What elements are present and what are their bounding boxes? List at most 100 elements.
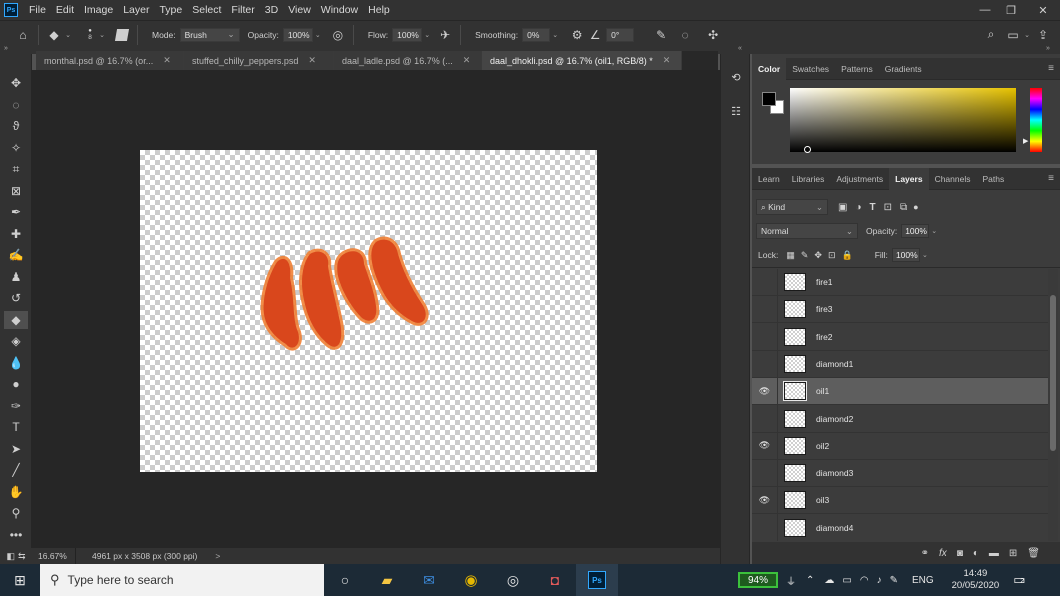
document-canvas[interactable] <box>140 150 597 472</box>
layer-opacity-input[interactable]: 100% <box>901 224 930 238</box>
layer-name[interactable]: oil3 <box>816 495 829 505</box>
visibility-toggle[interactable] <box>752 350 778 378</box>
file-explorer-icon[interactable]: ▰ <box>366 564 408 596</box>
line-tool-icon[interactable]: ╱ <box>4 461 28 479</box>
visibility-eye-icon[interactable]: 👁 <box>752 486 778 514</box>
restore-icon[interactable]: ❐ <box>998 0 1024 20</box>
expand-toolbar-icon[interactable]: » <box>4 45 8 52</box>
layer-row-fire3[interactable]: fire3 <box>752 295 1048 324</box>
fill-input[interactable]: 100% <box>891 248 920 262</box>
battery-indicator[interactable]: 94% <box>738 572 778 588</box>
color-picker-field[interactable] <box>790 88 1016 152</box>
menu-edit[interactable]: Edit <box>51 4 79 16</box>
smart-object-filter-icon[interactable]: ⧉ <box>900 202 907 213</box>
windows-start-icon[interactable]: ⊞ <box>0 564 40 596</box>
tab-learn[interactable]: Learn <box>752 168 786 190</box>
layer-opacity-chevron-icon[interactable]: ⌄ <box>931 227 937 235</box>
taskbar-search-box[interactable]: ⚲ Type here to search <box>40 564 324 596</box>
pressure-size-icon[interactable]: ◌ <box>676 26 694 44</box>
photoshop-logo[interactable]: Ps <box>4 3 18 17</box>
menu-help[interactable]: Help <box>363 4 395 16</box>
dodge-tool-icon[interactable]: ● <box>4 375 28 393</box>
hue-slider[interactable] <box>1030 88 1042 152</box>
menu-type[interactable]: Type <box>154 4 187 16</box>
layer-style-icon[interactable]: fx <box>939 548 947 559</box>
add-mask-icon[interactable]: ◙ <box>957 548 963 559</box>
close-tab-icon[interactable]: ✕ <box>463 55 471 66</box>
airbrush-icon[interactable]: ✈ <box>436 26 454 44</box>
menu-layer[interactable]: Layer <box>118 4 154 16</box>
smoothing-gear-icon[interactable]: ⚙ <box>568 26 586 44</box>
quick-select-tool-icon[interactable]: ✧ <box>4 139 28 157</box>
tab-gradients[interactable]: Gradients <box>879 58 928 80</box>
panel-menu-icon[interactable]: ≡ <box>1048 173 1054 184</box>
tab-color[interactable]: Color <box>752 57 787 80</box>
close-tab-icon[interactable]: ✕ <box>308 55 316 66</box>
type-filter-icon[interactable]: T <box>870 202 876 213</box>
layer-row-oil3[interactable]: 👁 oil3 <box>752 486 1048 515</box>
visibility-eye-icon[interactable]: 👁 <box>752 432 778 460</box>
workspace-icon[interactable]: ▭ <box>1004 26 1022 44</box>
home-icon[interactable]: ⌂ <box>14 26 32 44</box>
tab-channels[interactable]: Channels <box>929 168 977 190</box>
layer-name[interactable]: oil1 <box>816 386 829 396</box>
search-icon[interactable]: ⌕ <box>982 26 1000 44</box>
canvas-workspace[interactable] <box>32 70 720 548</box>
tab-paths[interactable]: Paths <box>976 168 1010 190</box>
new-adjustment-icon[interactable]: ◐ <box>973 548 979 559</box>
battery-icon[interactable]: ▭ <box>842 575 851 586</box>
tab-daal-ladle[interactable]: daal_ladle.psd @ 16.7% (... ✕ <box>334 51 482 70</box>
brush-size-picker[interactable]: ● 8 <box>83 28 97 41</box>
fill-chevron-icon[interactable]: ⌄ <box>922 251 928 259</box>
smoothing-chevron-icon[interactable]: ⌄ <box>550 28 560 42</box>
visibility-toggle[interactable] <box>752 514 778 541</box>
eraser-tool-active-icon[interactable]: ◆ <box>4 311 28 329</box>
tab-monthal[interactable]: monthal.psd @ 16.7% (or... ✕ <box>36 51 184 70</box>
power-plug-icon[interactable]: ⏚ <box>786 573 796 588</box>
new-layer-icon[interactable]: ⊞ <box>1009 548 1017 559</box>
brush-tool-icon[interactable]: ✍ <box>4 246 28 264</box>
photos-app-icon[interactable]: ◘ <box>534 564 576 596</box>
menu-select[interactable]: Select <box>187 4 226 16</box>
chevron-up-icon[interactable]: ⌃ <box>806 575 814 586</box>
close-tab-icon[interactable]: ✕ <box>163 55 171 66</box>
panel-menu-icon[interactable]: ≡ <box>1048 63 1054 74</box>
link-layers-icon[interactable]: ⚭ <box>921 548 929 559</box>
lock-transparency-icon[interactable]: ▦ <box>786 250 795 261</box>
marquee-tool-icon[interactable]: ◌ <box>4 96 28 114</box>
foreground-color-swatch[interactable] <box>762 92 776 106</box>
layer-row-fire1[interactable]: fire1 <box>752 269 1048 296</box>
close-icon[interactable]: ✕ <box>1030 0 1056 20</box>
flow-chevron-icon[interactable]: ⌄ <box>422 28 432 42</box>
properties-panel-icon[interactable]: ☷ <box>726 102 746 120</box>
task-view-icon[interactable]: ○ <box>324 564 366 596</box>
tab-libraries[interactable]: Libraries <box>786 168 831 190</box>
more-tools-icon[interactable]: ••• <box>4 526 28 544</box>
brush-size-chevron-icon[interactable]: ⌄ <box>97 28 107 42</box>
layer-name[interactable]: fire1 <box>816 277 833 287</box>
lock-artboard-icon[interactable]: ⊡ <box>828 250 836 261</box>
collapse-panels-icon[interactable]: » <box>1046 45 1050 52</box>
tab-adjustments[interactable]: Adjustments <box>830 168 889 190</box>
close-tab-icon[interactable]: ✕ <box>663 55 671 66</box>
type-tool-icon[interactable]: T <box>4 418 28 436</box>
menu-filter[interactable]: Filter <box>226 4 259 16</box>
flow-input[interactable]: 100% <box>392 27 423 42</box>
new-group-icon[interactable]: ▬ <box>989 548 999 559</box>
layer-name[interactable]: diamond3 <box>816 468 853 478</box>
pressure-opacity-icon[interactable]: ◎ <box>329 26 347 44</box>
mode-select[interactable]: Brush ⌄ <box>179 27 240 42</box>
history-brush-tool-icon[interactable]: ↺ <box>4 289 28 307</box>
volume-icon[interactable]: ♪ <box>877 575 882 586</box>
tab-stuffed-chilly-peppers[interactable]: stuffed_chilly_peppers.psd ✕ <box>184 51 334 70</box>
lock-pixels-icon[interactable]: ✎ <box>801 250 809 261</box>
erase-to-history-icon[interactable]: ✎ <box>652 26 670 44</box>
mail-icon[interactable]: ✉ <box>408 564 450 596</box>
layer-name[interactable]: fire3 <box>816 304 833 314</box>
layer-row-diamond4[interactable]: diamond4 <box>752 514 1048 541</box>
hand-tool-icon[interactable]: ✋ <box>4 483 28 501</box>
layer-name[interactable]: fire2 <box>816 332 833 342</box>
layer-name[interactable]: oil2 <box>816 441 829 451</box>
zoom-level[interactable]: 16.67% <box>32 548 76 564</box>
symmetry-icon[interactable]: ✣ <box>704 26 722 44</box>
